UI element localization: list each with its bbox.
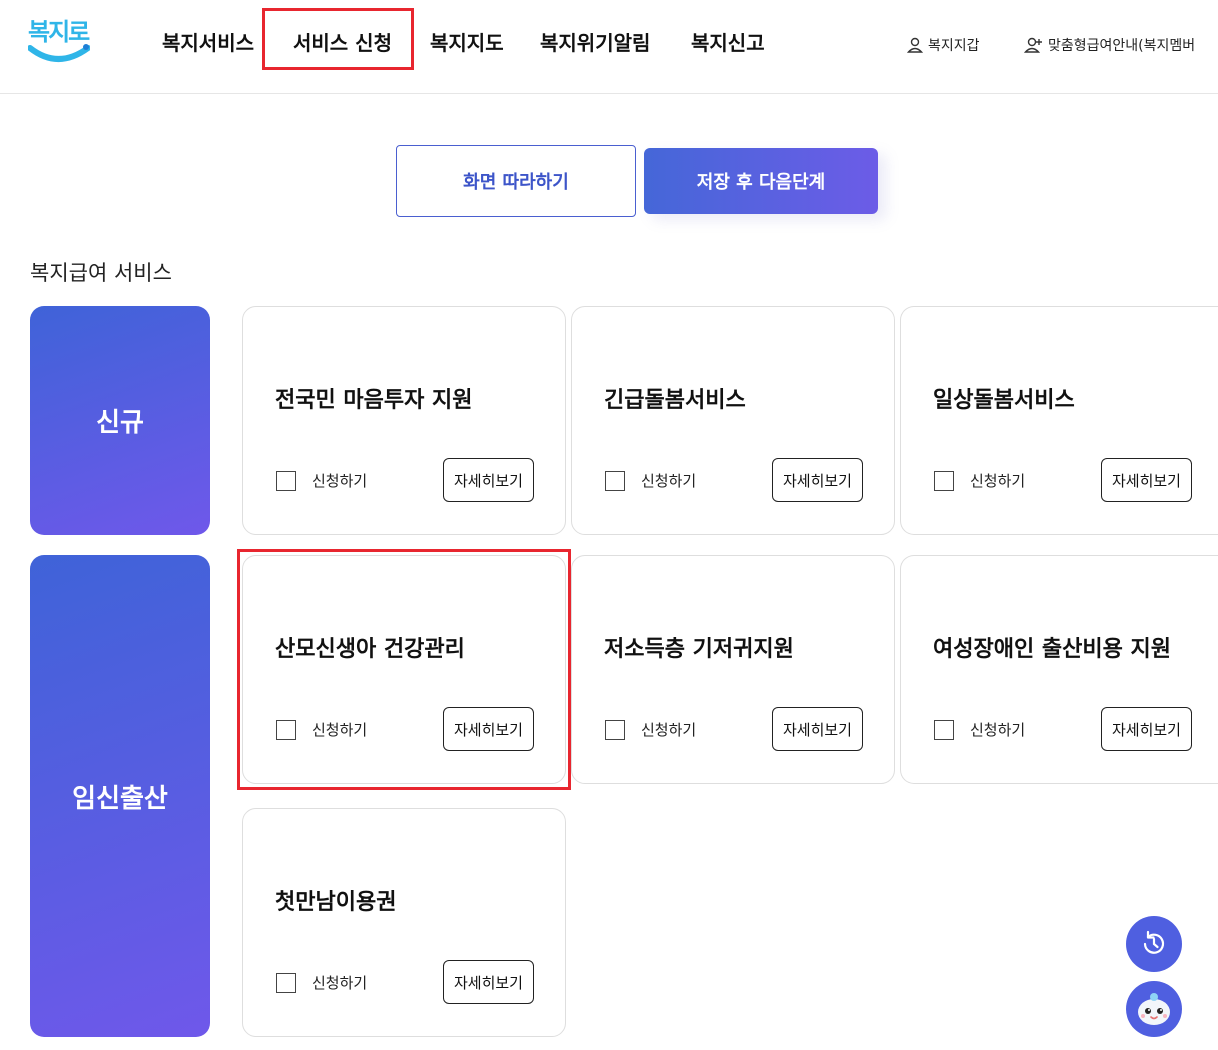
util-guide-link[interactable]: 맞춤형급여안내(복지멤버 [1024,35,1195,55]
service-card: 산모신생아 건강관리 신청하기 자세히보기 [242,555,566,784]
checkbox-box[interactable] [276,972,296,993]
follow-screen-button[interactable]: 화면 따라하기 [396,145,636,217]
top-header: 복지로 복지서비스 서비스 신청 복지지도 복지위기알림 복지신고 복지지갑 맞… [0,0,1218,94]
checkbox-box[interactable] [605,719,625,740]
nav-welfare-report[interactable]: 복지신고 [691,27,765,56]
save-next-step-button[interactable]: 저장 후 다음단계 [644,148,878,214]
category-pregnancy-birth: 임신출산 [30,555,210,1037]
apply-label: 신청하기 [641,721,697,739]
detail-button[interactable]: 자세히보기 [1101,458,1192,502]
card-title: 여성장애인 출산비용 지원 [933,637,1171,662]
chatbot-mascot-icon [1138,993,1170,1025]
nav-welfare-service[interactable]: 복지서비스 [162,27,254,56]
smile-logo-icon [28,44,90,62]
checkbox-box[interactable] [276,470,296,491]
checkbox-box[interactable] [934,719,954,740]
nav-welfare-map[interactable]: 복지지도 [430,27,504,56]
service-card: 일상돌봄서비스 신청하기 자세히보기 [900,306,1218,535]
util-wallet-link[interactable]: 복지지갑 [906,35,980,55]
apply-label: 신청하기 [312,472,368,490]
apply-label: 신청하기 [312,974,368,992]
user-add-icon [1024,37,1042,53]
site-logo[interactable]: 복지로 [28,10,94,68]
apply-checkbox[interactable]: 신청하기 [605,719,696,740]
apply-checkbox[interactable]: 신청하기 [276,719,367,740]
recent-history-button[interactable] [1126,916,1182,972]
card-title: 첫만남이용권 [275,890,397,915]
util-wallet-label: 복지지갑 [928,38,980,54]
service-card: 여성장애인 출산비용 지원 신청하기 자세히보기 [900,555,1218,784]
service-card: 저소득층 기저귀지원 신청하기 자세히보기 [571,555,895,784]
apply-label: 신청하기 [312,721,368,739]
service-card: 긴급돌봄서비스 신청하기 자세히보기 [571,306,895,535]
util-guide-label: 맞춤형급여안내(복지멤버 [1048,38,1196,54]
apply-checkbox[interactable]: 신청하기 [934,719,1025,740]
service-card: 첫만남이용권 신청하기 자세히보기 [242,808,566,1037]
card-title: 긴급돌봄서비스 [604,388,746,413]
card-title: 일상돌봄서비스 [933,388,1075,413]
apply-label: 신청하기 [970,721,1026,739]
card-title: 전국민 마음투자 지원 [275,388,473,413]
card-title: 산모신생아 건강관리 [275,637,465,662]
apply-checkbox[interactable]: 신청하기 [276,470,367,491]
detail-button[interactable]: 자세히보기 [443,960,534,1004]
logo-text: 복지로 [28,18,90,46]
apply-checkbox[interactable]: 신청하기 [605,470,696,491]
detail-button[interactable]: 자세히보기 [772,707,863,751]
user-icon [906,37,924,53]
detail-button[interactable]: 자세히보기 [443,707,534,751]
checkbox-box[interactable] [276,719,296,740]
checkbox-box[interactable] [934,470,954,491]
apply-checkbox[interactable]: 신청하기 [934,470,1025,491]
detail-button[interactable]: 자세히보기 [443,458,534,502]
section-title: 복지급여 서비스 [30,261,172,285]
card-title: 저소득층 기저귀지원 [604,637,794,662]
apply-label: 신청하기 [970,472,1026,490]
nav-crisis-alert[interactable]: 복지위기알림 [540,27,650,56]
detail-button[interactable]: 자세히보기 [1101,707,1192,751]
checkbox-box[interactable] [605,470,625,491]
chatbot-button[interactable] [1126,981,1182,1037]
detail-button[interactable]: 자세히보기 [772,458,863,502]
history-icon [1143,930,1165,954]
apply-checkbox[interactable]: 신청하기 [276,972,367,993]
service-card: 전국민 마음투자 지원 신청하기 자세히보기 [242,306,566,535]
category-new: 신규 [30,306,210,535]
apply-label: 신청하기 [641,472,697,490]
nav-service-apply[interactable]: 서비스 신청 [293,27,392,56]
